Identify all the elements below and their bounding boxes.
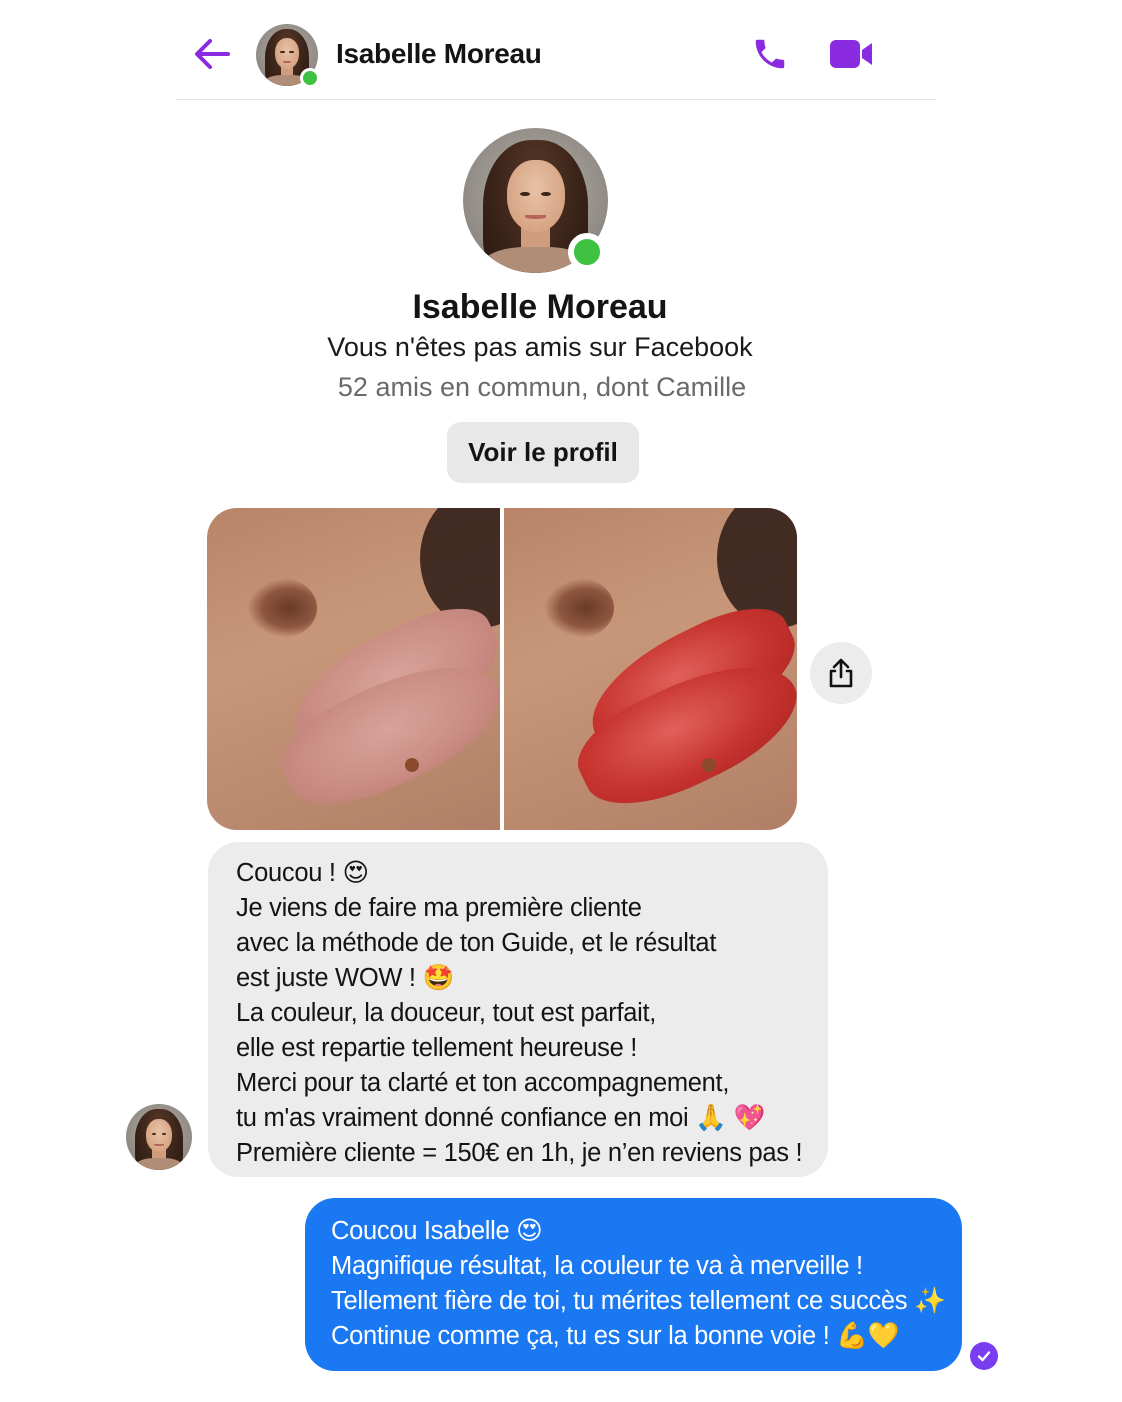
message-line: La couleur, la douceur, tout est parfait… bbox=[236, 999, 657, 1027]
online-status-dot bbox=[300, 68, 320, 88]
message-line: est juste WOW ! 🤩 bbox=[236, 964, 454, 992]
message-line: Première cliente = 150€ en 1h, je n’en r… bbox=[236, 1139, 803, 1167]
photo-attachment[interactable] bbox=[207, 508, 797, 830]
message-line: tu m'as vraiment donné confiance en moi … bbox=[236, 1104, 765, 1132]
sender-avatar[interactable] bbox=[126, 1104, 192, 1170]
message-line: Merci pour ta clarté et ton accompagneme… bbox=[236, 1069, 730, 1097]
profile-name: Isabelle Moreau bbox=[412, 288, 668, 326]
phone-icon bbox=[755, 39, 785, 69]
video-camera-icon bbox=[830, 40, 872, 68]
back-arrow-icon bbox=[195, 39, 230, 69]
outgoing-message-bubble[interactable]: Coucou Isabelle 😍 Magnifique résultat, l… bbox=[305, 1198, 962, 1371]
message-line: Continue comme ça, tu es sur la bonne vo… bbox=[331, 1322, 900, 1350]
contact-name[interactable]: Isabelle Moreau bbox=[336, 38, 542, 70]
video-call-button[interactable] bbox=[826, 34, 876, 74]
profile-online-dot bbox=[568, 233, 606, 271]
after-lips-photo[interactable] bbox=[504, 508, 797, 830]
message-line: Coucou ! 😍 bbox=[236, 859, 369, 887]
message-line: Je viens de faire ma première cliente bbox=[236, 894, 642, 922]
share-icon bbox=[829, 658, 853, 688]
mutual-friends: 52 amis en commun, dont Camille bbox=[337, 372, 747, 402]
message-line: Magnifique résultat, la couleur te va à … bbox=[331, 1252, 863, 1280]
chat-header: Isabelle Moreau bbox=[176, 18, 936, 100]
message-line: avec la méthode de ton Guide, et le résu… bbox=[236, 929, 717, 957]
back-button[interactable] bbox=[192, 34, 232, 74]
view-profile-button[interactable]: Voir le profil bbox=[447, 422, 639, 483]
message-line: elle est repartie tellement heureuse ! bbox=[236, 1034, 638, 1062]
incoming-message-bubble[interactable]: Coucou ! 😍 Je viens de faire ma première… bbox=[208, 842, 828, 1177]
read-check-icon bbox=[970, 1342, 998, 1370]
message-line: Coucou Isabelle 😍 bbox=[331, 1217, 543, 1245]
share-button[interactable] bbox=[810, 642, 872, 704]
message-line: Tellement fière de toi, tu mérites telle… bbox=[331, 1287, 946, 1315]
friendship-status: Vous n'êtes pas amis sur Facebook bbox=[327, 332, 753, 362]
before-lips-photo[interactable] bbox=[207, 508, 500, 830]
audio-call-button[interactable] bbox=[748, 34, 792, 74]
